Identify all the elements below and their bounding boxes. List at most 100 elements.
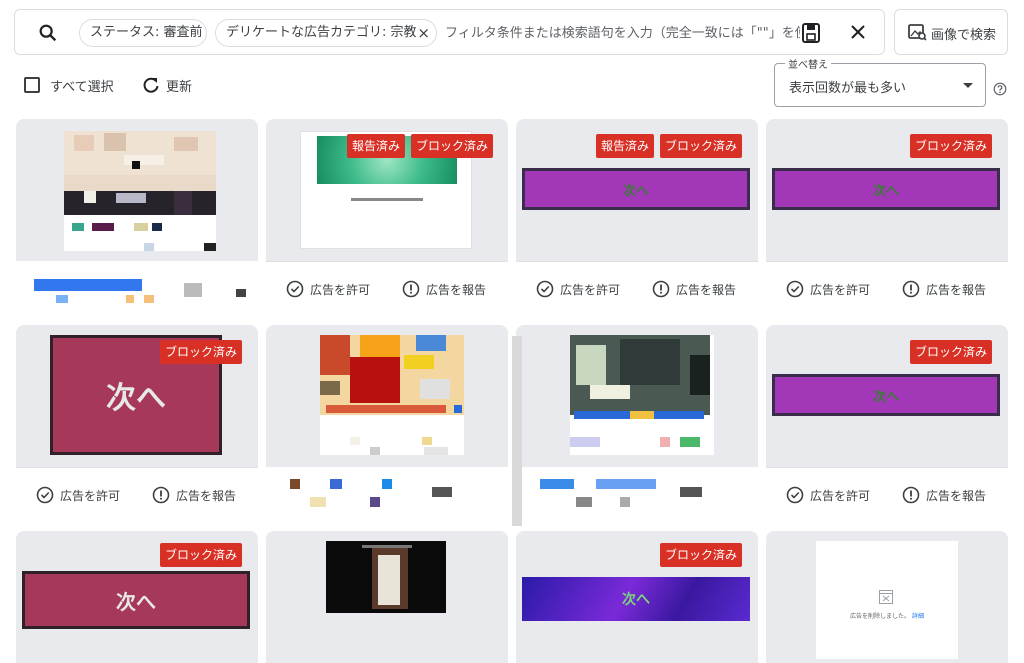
refresh-icon	[143, 77, 159, 93]
status-badge: 報告済み	[596, 134, 655, 158]
report-ad-label: 広告を報告	[926, 488, 987, 503]
ad-card[interactable]	[16, 119, 258, 317]
image-search-label: 画像で検索	[931, 28, 997, 43]
image-search-button[interactable]: 画像で検索	[894, 9, 1008, 55]
report-ad-button[interactable]: 広告を報告	[152, 486, 236, 504]
refresh-label: 更新	[166, 79, 193, 95]
save-icon[interactable]	[801, 22, 821, 44]
ad-banner: 次へ	[772, 374, 1000, 416]
help-icon[interactable]	[993, 82, 1007, 96]
chevron-down-icon	[963, 83, 973, 88]
ad-banner: 次へ	[772, 168, 1000, 210]
report-ad-button[interactable]: 広告を報告	[902, 486, 986, 504]
allow-ad-button[interactable]: 広告を許可	[286, 280, 370, 298]
card-actions: 広告を許可 広告を報告	[766, 467, 1008, 523]
allow-ad-label: 広告を許可	[810, 282, 871, 297]
ad-card[interactable]: 報告済み ブロック済み 次へ 広告を許可 広告を報告	[516, 119, 758, 317]
card-actions: 広告を許可 広告を報告	[266, 261, 508, 317]
status-badge: ブロック済み	[910, 134, 993, 158]
ad-card[interactable]: ブロック済み 次へ 広告を許可 広告を報告	[766, 119, 1008, 317]
search-input[interactable]	[445, 19, 800, 47]
pixelated-advertiser-info	[266, 467, 508, 523]
allow-ad-button[interactable]: 広告を許可	[786, 486, 870, 504]
ad-card[interactable]: 次へ ブロック済み 広告を許可 広告を報告	[16, 325, 258, 523]
allow-ad-button[interactable]: 広告を許可	[536, 280, 620, 298]
report-ad-button[interactable]: 広告を報告	[902, 280, 986, 298]
ad-banner-text: 次へ	[622, 183, 649, 199]
check-circle-icon	[36, 486, 54, 504]
ad-card[interactable]: ブロック済み 次へ	[16, 531, 258, 663]
search-icon[interactable]	[37, 22, 59, 44]
status-badge: ブロック済み	[660, 134, 743, 158]
ad-card[interactable]	[266, 325, 508, 523]
ad-banner-text: 次へ	[116, 589, 156, 614]
allow-ad-label: 広告を許可	[310, 282, 371, 297]
ad-preview-image	[570, 335, 714, 455]
refresh-button[interactable]: 更新	[142, 75, 192, 95]
check-circle-icon	[786, 486, 804, 504]
ad-banner-text: 次へ	[872, 389, 899, 405]
report-ad-button[interactable]: 広告を報告	[652, 280, 736, 298]
filter-chip-status[interactable]: ステータス: 審査前	[79, 19, 207, 47]
filter-chip-label: デリケートな広告カテゴリ: 宗教	[226, 25, 417, 40]
allow-ad-button[interactable]: 広告を許可	[786, 280, 870, 298]
check-circle-icon	[286, 280, 304, 298]
sort-label: 並べ替え	[785, 56, 831, 71]
card-actions: 広告を許可 広告を報告	[516, 261, 758, 317]
ad-banner: 次へ	[522, 577, 750, 621]
search-bar[interactable]: ステータス: 審査前 デリケートな広告カテゴリ: 宗教 ×	[14, 9, 885, 55]
alert-circle-icon	[902, 280, 920, 298]
ad-banner-text: 次へ	[622, 592, 650, 608]
report-ad-label: 広告を報告	[676, 282, 737, 297]
image-search-icon	[908, 24, 927, 41]
clear-search-icon[interactable]	[847, 21, 869, 43]
allow-ad-label: 広告を許可	[810, 488, 871, 503]
card-actions: 広告を許可 広告を報告	[766, 261, 1008, 317]
sort-select[interactable]: 並べ替え 表示回数が最も多い	[774, 56, 986, 107]
divider	[512, 336, 522, 526]
select-all-label: すべて選択	[50, 79, 114, 95]
ad-card[interactable]	[266, 531, 508, 663]
pixelated-advertiser-info	[16, 261, 258, 317]
ad-preview-image	[326, 541, 446, 613]
allow-ad-button[interactable]: 広告を許可	[36, 486, 120, 504]
allow-ad-label: 広告を許可	[560, 282, 621, 297]
status-badge: ブロック済み	[411, 134, 494, 158]
status-badge: ブロック済み	[910, 340, 993, 364]
ad-banner-text: 次へ	[106, 381, 166, 416]
check-circle-icon	[786, 280, 804, 298]
pixelated-advertiser-info	[516, 467, 758, 523]
broken-image-icon	[879, 590, 893, 604]
alert-circle-icon	[652, 280, 670, 298]
report-ad-label: 広告を報告	[176, 488, 237, 503]
ad-card[interactable]: 報告済み ブロック済み 広告を許可 広告を報告	[266, 119, 508, 317]
ad-card[interactable]: ブロック済み 次へ	[516, 531, 758, 663]
ad-preview-image	[320, 335, 464, 455]
status-badge: ブロック済み	[660, 543, 743, 567]
sort-value: 表示回数が最も多い	[789, 81, 907, 96]
check-circle-icon	[536, 280, 554, 298]
ad-card[interactable]	[516, 325, 758, 523]
ad-banner: 次へ	[522, 168, 750, 210]
status-badge: ブロック済み	[160, 543, 243, 567]
report-ad-label: 広告を報告	[426, 282, 487, 297]
filter-chip-sensitive-category[interactable]: デリケートな広告カテゴリ: 宗教 ×	[215, 19, 437, 47]
report-ad-button[interactable]: 広告を報告	[402, 280, 486, 298]
ad-banner: 次へ	[22, 571, 250, 629]
alert-circle-icon	[152, 486, 170, 504]
ad-removed-placeholder: 広告を削除しました。 詳細	[816, 541, 958, 659]
ad-banner-text: 次へ	[872, 183, 899, 199]
ad-card[interactable]: 広告を削除しました。 詳細	[766, 531, 1008, 663]
status-badge: ブロック済み	[160, 340, 243, 364]
select-all-checkbox[interactable]	[24, 77, 40, 93]
alert-circle-icon	[902, 486, 920, 504]
card-actions: 広告を許可 広告を報告	[16, 467, 258, 523]
ad-removed-text: 広告を削除しました。	[850, 613, 911, 620]
alert-circle-icon	[402, 280, 420, 298]
ad-card[interactable]: ブロック済み 次へ 広告を許可 広告を報告	[766, 325, 1008, 523]
details-link[interactable]: 詳細	[912, 613, 924, 620]
chip-remove-icon[interactable]: ×	[417, 20, 430, 46]
filter-chip-label: ステータス: 審査前	[90, 25, 203, 40]
report-ad-label: 広告を報告	[926, 282, 987, 297]
select-all[interactable]: すべて選択	[24, 75, 114, 95]
